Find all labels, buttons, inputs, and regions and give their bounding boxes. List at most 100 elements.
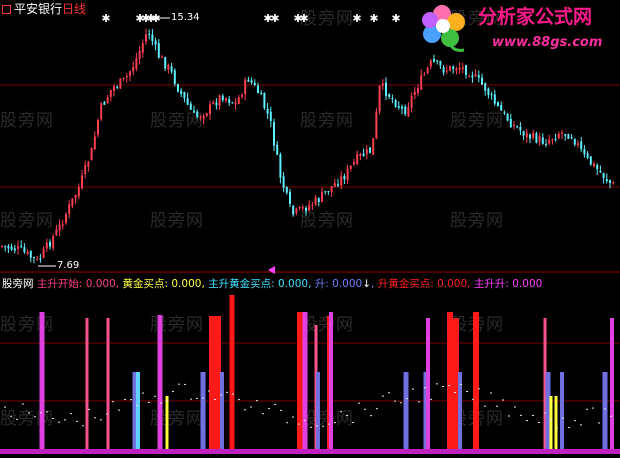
indicator-dot [106, 413, 108, 415]
candle-body [589, 156, 592, 165]
candle-body [343, 175, 346, 180]
low-price-label: 7.69 [57, 260, 80, 271]
indicator-bar [200, 372, 206, 450]
candle-body [49, 241, 51, 247]
candle-body [314, 197, 317, 205]
indicator-dot [64, 419, 66, 421]
indicator-bar [447, 312, 453, 450]
indicator-dot [430, 398, 432, 400]
candle-body [452, 66, 455, 69]
candle-body [234, 102, 237, 105]
indicator-bar [473, 312, 479, 450]
indicator-name[interactable]: 股旁网 [2, 278, 34, 290]
indicator-bar [39, 312, 45, 450]
candle-body [564, 134, 567, 136]
indicator-dot [592, 407, 594, 409]
indicator-dot [352, 421, 354, 423]
candle-body [212, 102, 215, 104]
indicator-dot [400, 402, 402, 404]
indicator-dot [184, 383, 186, 385]
candle-body [209, 104, 211, 115]
candle-body [161, 57, 163, 59]
indicator-dot [448, 385, 450, 387]
candle-body [157, 43, 160, 58]
candle-body [365, 149, 368, 155]
candle-body [391, 98, 394, 100]
indicator-dot [556, 427, 558, 429]
candle-body [113, 86, 115, 91]
candle-body [154, 40, 157, 45]
candle-body [20, 246, 23, 248]
star-icon: ✱ [369, 12, 378, 25]
candle-body [346, 168, 349, 181]
candle-body [100, 103, 103, 120]
triangle-left-icon [268, 266, 275, 274]
candle-body [500, 105, 503, 111]
candle-body [394, 100, 397, 107]
candle-body [298, 207, 301, 209]
indicator-dot [334, 422, 336, 424]
candle-body [385, 82, 387, 96]
period-label[interactable]: 日线 [62, 2, 86, 16]
indicator-dot [190, 398, 192, 400]
price-grid [0, 84, 620, 273]
candle-body [173, 70, 176, 84]
indicator-dot [532, 415, 534, 417]
indicator-dot [508, 415, 510, 417]
candle-body [106, 97, 109, 104]
candle-body [93, 136, 96, 150]
candle-body [551, 139, 554, 141]
candle-body [129, 71, 131, 76]
candle-body [292, 205, 295, 215]
candle-body [263, 92, 266, 109]
indicator-bar [157, 315, 163, 450]
candle-body [567, 134, 570, 139]
candle-body [164, 57, 167, 69]
indicator-bar [458, 372, 462, 450]
indicator-dot [202, 397, 204, 399]
candle-body [45, 242, 48, 249]
high-price-label: 15.34 [171, 12, 200, 23]
indicator-dot [406, 398, 408, 400]
candle-body [167, 64, 170, 70]
candle-body [455, 68, 458, 71]
candle-body [484, 83, 487, 91]
indicator-dot [154, 395, 156, 397]
kline-chart[interactable]: ✱ ✱✱✱✱ ✱✱ ✱✱ ✱ ✱ ✱ [0, 0, 620, 458]
indicator-bar [136, 372, 140, 450]
indicator-dot [280, 409, 282, 411]
candle-body [449, 65, 451, 71]
indicator-bar [85, 318, 89, 450]
candle-body [74, 194, 77, 199]
indicator-dot [148, 401, 150, 403]
indicator-dots [4, 383, 612, 429]
candle-body [481, 77, 483, 85]
candle-body [109, 89, 112, 97]
candle-body [349, 165, 352, 169]
candle-body [241, 94, 243, 97]
candle-body [609, 180, 611, 184]
candle-body [116, 86, 119, 88]
indicator-baseline [0, 449, 620, 454]
candle-body [612, 182, 615, 184]
site-logo[interactable]: 分析家公式网 www.88gs.com [420, 0, 620, 56]
flower-logo-icon [422, 5, 465, 52]
chart-type-icon[interactable] [2, 5, 11, 14]
candle-body [545, 143, 547, 145]
star-icon: ✱ [391, 12, 400, 25]
candle-body [189, 103, 192, 110]
indicator-bar [220, 372, 224, 450]
indicator-dot [178, 383, 180, 385]
indicator-dot [292, 416, 294, 418]
indicator-dot [10, 415, 12, 417]
chart-stage[interactable]: 股旁网 股旁网 股旁网 股旁网 股旁网 股旁网 股旁网 股旁网 股旁网 股旁网 … [0, 0, 620, 458]
indicator-dot [370, 415, 372, 417]
candle-body [420, 75, 423, 90]
candle-body [458, 67, 461, 70]
indicator-dot [28, 412, 30, 414]
indicator-dot [310, 426, 312, 428]
indicator-bars [39, 295, 614, 450]
legend-item: 黄金买点: 0.000, [122, 278, 205, 290]
indicator-dot [136, 404, 138, 406]
candle-body [596, 164, 599, 170]
